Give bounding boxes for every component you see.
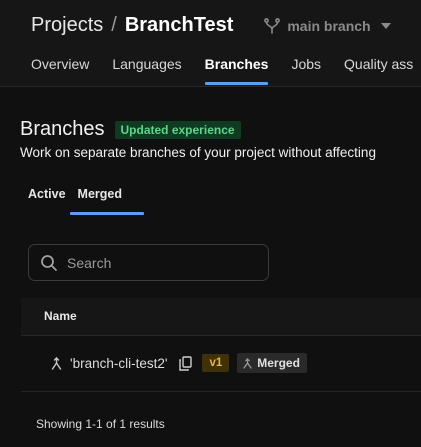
tab-jobs[interactable]: Jobs: [291, 56, 321, 84]
breadcrumb-projects-link[interactable]: Projects: [31, 14, 103, 37]
search-box[interactable]: [28, 244, 269, 281]
copy-icon: [179, 355, 193, 371]
project-nav-tabs: Overview Languages Branches Jobs Quality…: [31, 56, 421, 85]
branch-row-content: 'branch-cli-test2' v1 Merged: [51, 353, 307, 373]
merge-icon: [51, 356, 62, 370]
merged-status-badge: Merged: [237, 353, 307, 373]
column-header-name[interactable]: Name: [44, 309, 77, 323]
tab-quality-assurance[interactable]: Quality ass: [344, 56, 413, 84]
results-count: Showing 1-1 of 1 results: [36, 417, 165, 431]
merge-icon: [243, 357, 252, 369]
tab-languages[interactable]: Languages: [112, 56, 181, 84]
branch-icon: [264, 17, 281, 34]
branch-selector-label: main branch: [287, 17, 371, 34]
tab-branches[interactable]: Branches: [204, 56, 268, 85]
table-row[interactable]: 'branch-cli-test2' v1 Merged: [21, 336, 421, 392]
version-badge: v1: [202, 354, 230, 372]
search-icon: [41, 254, 57, 271]
page-subtitle: Work on separate branches of your projec…: [20, 145, 376, 160]
breadcrumb: Projects / BranchTest main branch: [31, 14, 397, 37]
breadcrumb-project-name: BranchTest: [124, 14, 234, 36]
tab-overview[interactable]: Overview: [31, 56, 89, 84]
subtab-active[interactable]: Active: [28, 187, 66, 213]
subtab-merged[interactable]: Merged: [69, 187, 145, 215]
page-title-row: Branches Updated experience: [20, 118, 241, 141]
search-input[interactable]: [65, 253, 249, 272]
page-title: Branches: [20, 118, 105, 140]
chevron-down-icon: [380, 22, 391, 29]
merged-status-label: Merged: [257, 356, 300, 370]
project-header: Projects / BranchTest main branch Overvi…: [0, 0, 421, 87]
branch-selector-dropdown[interactable]: main branch: [263, 18, 396, 34]
branch-name[interactable]: 'branch-cli-test2': [70, 356, 167, 371]
updated-experience-badge: Updated experience: [114, 120, 241, 139]
branch-status-tabs: Active Merged: [28, 187, 145, 215]
table-header: Name: [21, 298, 421, 336]
copy-button[interactable]: [179, 355, 193, 371]
breadcrumb-separator: /: [111, 14, 117, 36]
